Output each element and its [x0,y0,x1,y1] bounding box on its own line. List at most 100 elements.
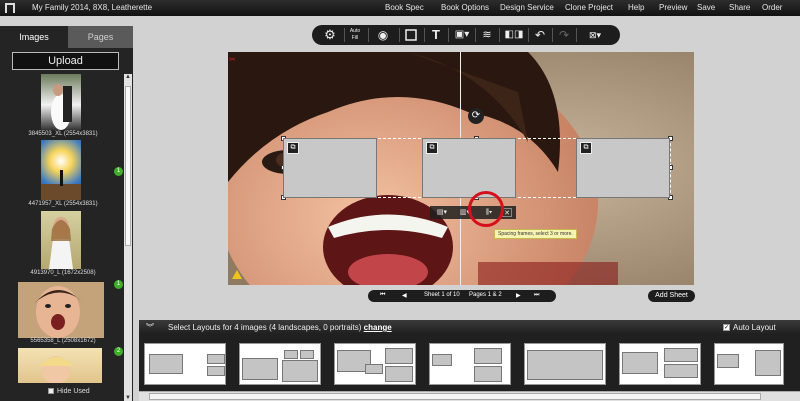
scrollbar-thumb[interactable] [149,393,761,400]
image-placeholder-icon[interactable]: ⧉ [580,142,592,154]
toolbar-divider [368,28,369,42]
menu-book-options[interactable]: Book Options [441,3,489,12]
image-label: 4471957_XL (2554x3831) [28,201,98,207]
auto-fill-icon[interactable]: Auto Fill [348,28,362,44]
photo-frame-empty[interactable]: ⧉ [576,138,670,198]
layout-option[interactable] [334,343,416,385]
layout-option[interactable] [239,343,321,385]
layout-frame [527,350,603,380]
undo-icon[interactable]: ↶ [532,27,548,43]
align-frames-icon[interactable]: ▤▾ [433,208,451,217]
warning-icon[interactable] [232,270,242,279]
image-thumbnail[interactable] [41,211,81,269]
layout-frame [622,352,658,374]
app-logo-icon [5,3,15,13]
gear-icon[interactable]: ⚙ [322,27,338,43]
sheet-indicator: Sheet 1 of 10 [424,292,460,298]
hide-used-checkbox[interactable]: Hide Used [48,388,90,395]
layout-frame [149,354,183,374]
tab-images[interactable]: Images [0,26,68,48]
layouts-strip [139,334,800,391]
auto-layout-label: Auto Layout [733,323,776,332]
upload-button[interactable]: Upload [12,52,119,70]
layouts-header: ︾ Select Layouts for 4 images (4 landsca… [139,320,800,334]
image-thumbnail[interactable] [41,140,81,200]
layout-option[interactable] [714,343,784,385]
image-label: 5565358_L (2508x1672) [30,338,96,344]
image-thumbnail[interactable] [41,74,81,130]
crop-marker-icon: ✂ [229,55,236,64]
eye-icon[interactable]: ◉ [372,27,394,43]
layout-option[interactable] [429,343,511,385]
layout-frame [432,354,452,366]
app-top-bar: My Family 2014, 8X8, Leatherette Book Sp… [0,0,800,16]
layout-option[interactable] [619,343,701,385]
toolbar-divider [399,28,400,42]
highlight-circle [468,191,504,227]
redo-icon[interactable]: ↷ [556,27,572,43]
menu-order[interactable]: Order [762,3,782,12]
layers-icon[interactable]: ≋ [479,27,495,43]
layout-frame [755,350,781,376]
layout-frame [207,366,225,376]
images-scrollbar[interactable]: ▲ ▼ [124,74,132,401]
add-sheet-button[interactable]: Add Sheet [648,290,695,302]
delete-icon[interactable]: ⊠▾ [580,27,610,43]
photo-frame-empty[interactable]: ⧉ [422,138,516,198]
image-label: 4913970_L (1672x2508) [30,270,96,276]
layout-frame [385,366,413,382]
next-page-icon[interactable]: ▶ [516,292,521,299]
toolbar-divider [475,28,476,42]
menu-book-spec[interactable]: Book Spec [385,3,424,12]
images-panel: Images Pages Upload 3845503_XL (2554x383… [0,26,133,401]
add-image-icon[interactable]: ▣▾ [452,27,472,43]
layout-frame [284,350,298,359]
spacing-tooltip: Spacing frames, select 3 or more. [494,229,577,239]
rotate-icon[interactable]: ⟳ [468,108,484,124]
scroll-down-icon[interactable]: ▼ [124,395,132,401]
text-icon[interactable]: T [428,27,444,43]
swap-icon[interactable]: ◧◨ [503,27,525,43]
menu-design-service[interactable]: Design Service [500,3,554,12]
menu-share[interactable]: Share [729,3,750,12]
menu-clone-project[interactable]: Clone Project [565,3,613,12]
image-label: 3845503_XL (2554x3831) [28,131,98,137]
pages-indicator: Pages 1 & 2 [469,292,502,298]
used-count-badge: 1 [114,280,123,289]
layout-frame [300,350,314,359]
image-placeholder-icon[interactable]: ⧉ [426,142,438,154]
checkbox-checked-icon[interactable]: ✓ [723,324,730,332]
image-thumbnail-selected[interactable] [18,282,104,338]
collapse-chevron-icon[interactable]: ︾ [146,322,154,333]
layout-frame [664,364,698,378]
layout-frame [242,358,278,380]
checkbox-icon[interactable] [48,388,54,395]
layout-option[interactable] [524,343,606,385]
first-page-icon[interactable]: ⏮ [380,292,385,299]
layouts-prompt: Select Layouts for 4 images (4 landscape… [168,323,362,332]
toolbar-divider [576,28,577,42]
menu-help[interactable]: Help [628,3,644,12]
used-count-badge: 2 [114,347,123,356]
layout-frame [474,348,502,364]
page-canvas[interactable]: ✂ ⟳ ⧉ ⧉ ⧉ ▤▾ ▥▾ ⫼▾ ✕ Spacing frames, sel… [228,52,694,285]
layouts-prompt-text: Select Layouts for 4 images (4 landscape… [168,323,392,332]
image-placeholder-icon[interactable]: ⧉ [287,142,299,154]
layout-frame [717,354,739,368]
scroll-up-icon[interactable]: ▲ [124,74,132,80]
layouts-scrollbar[interactable] [139,391,800,401]
image-thumbnail[interactable] [18,348,102,383]
toolbar-divider [528,28,529,42]
frame-icon[interactable] [403,27,419,43]
menu-save[interactable]: Save [697,3,715,12]
scrollbar-thumb[interactable] [125,86,131,246]
last-page-icon[interactable]: ⏭ [534,292,539,299]
prev-page-icon[interactable]: ◀ [402,292,407,299]
layout-option[interactable] [144,343,226,385]
auto-layout-checkbox[interactable]: ✓ Auto Layout [723,323,776,332]
tab-pages[interactable]: Pages [68,26,133,48]
change-link[interactable]: change [364,323,392,332]
menu-preview[interactable]: Preview [659,3,687,12]
photo-frame-empty[interactable]: ⧉ [283,138,377,198]
layout-frame [664,348,698,362]
